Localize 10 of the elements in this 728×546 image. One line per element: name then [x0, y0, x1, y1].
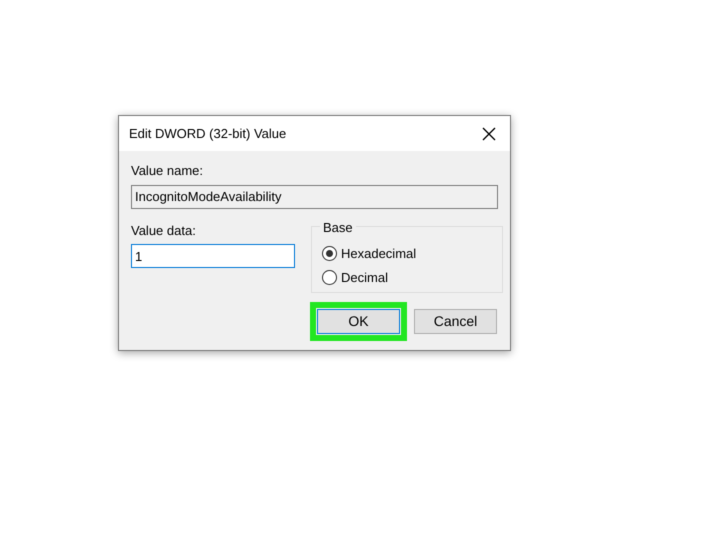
radio-label[interactable]: Decimal: [341, 268, 388, 288]
field-label: Value name:: [131, 162, 204, 180]
radio-button[interactable]: [322, 246, 337, 261]
radio-button[interactable]: [322, 270, 337, 285]
window-title: Edit DWORD (32-bit) Value: [129, 124, 286, 143]
value-data-field[interactable]: 1: [131, 244, 295, 268]
radio-label[interactable]: Hexadecimal: [341, 244, 416, 264]
dialog-button[interactable]: Cancel: [414, 308, 497, 334]
close-icon: [482, 126, 496, 140]
field-label: Value data:: [131, 222, 196, 240]
